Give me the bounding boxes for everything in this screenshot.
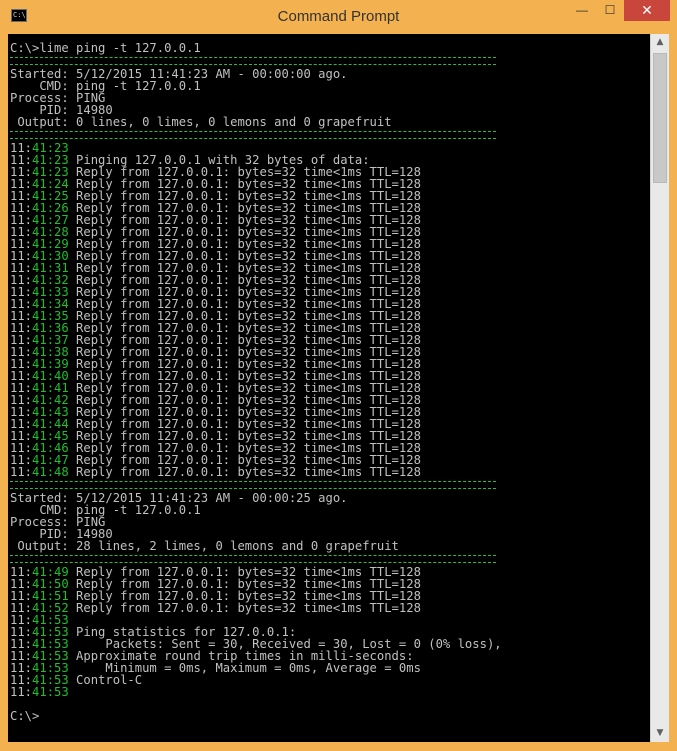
console-line: 11:41:53 Control-C bbox=[10, 674, 502, 686]
separator-line bbox=[10, 555, 496, 563]
separator-line bbox=[10, 131, 496, 139]
timestamp-hour: 11: bbox=[10, 685, 33, 699]
scroll-down-arrow-icon[interactable]: ▼ bbox=[651, 725, 669, 742]
scroll-up-arrow-icon[interactable]: ▲ bbox=[651, 34, 669, 51]
line-text: Reply from 127.0.0.1: bytes=32 time<1ms … bbox=[68, 601, 421, 615]
timestamp-minsec: 41:48 bbox=[32, 465, 69, 479]
separator-line bbox=[10, 481, 496, 489]
minimize-button[interactable]: — bbox=[570, 0, 594, 21]
console-output[interactable]: C:\>lime ping -t 127.0.0.1 Started: 5/12/… bbox=[8, 34, 650, 742]
vertical-scrollbar[interactable]: ▲ ▼ bbox=[650, 34, 669, 742]
line-text: C:\>lime ping -t 127.0.0.1 bbox=[10, 41, 201, 55]
title-bar[interactable]: C:\ Command Prompt — ☐ ✕ bbox=[0, 0, 677, 34]
line-text: Output: 0 lines, 0 limes, 0 lemons and 0… bbox=[10, 115, 392, 129]
console-line: 11:41:53 bbox=[10, 686, 502, 698]
line-text: C:\> bbox=[10, 709, 40, 723]
timestamp-hour: 11: bbox=[10, 465, 33, 479]
console-line: 11:41:48 Reply from 127.0.0.1: bytes=32 … bbox=[10, 466, 502, 478]
timestamp-minsec: 41:53 bbox=[32, 685, 69, 699]
separator-line bbox=[10, 57, 496, 65]
line-text: Control-C bbox=[68, 673, 143, 687]
console-line: 11:41:52 Reply from 127.0.0.1: bytes=32 … bbox=[10, 602, 502, 614]
console-line: C:\>lime ping -t 127.0.0.1 bbox=[10, 42, 502, 54]
maximize-button[interactable]: ☐ bbox=[598, 0, 622, 21]
scrollbar-thumb[interactable] bbox=[653, 53, 667, 183]
console-line: Output: 0 lines, 0 limes, 0 lemons and 0… bbox=[10, 116, 502, 128]
line-text: Output: 28 lines, 2 limes, 0 lemons and … bbox=[10, 539, 399, 553]
line-text: Reply from 127.0.0.1: bytes=32 time<1ms … bbox=[68, 465, 421, 479]
console-lines: C:\>lime ping -t 127.0.0.1 Started: 5/12/… bbox=[10, 42, 502, 722]
console-line: Output: 28 lines, 2 limes, 0 lemons and … bbox=[10, 540, 502, 552]
close-button[interactable]: ✕ bbox=[624, 0, 670, 21]
console-line: C:\> bbox=[10, 710, 502, 722]
